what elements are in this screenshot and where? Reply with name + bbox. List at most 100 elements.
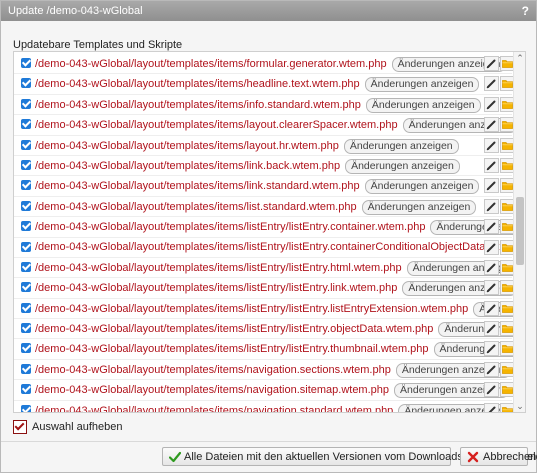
file-checkbox[interactable] (21, 58, 31, 68)
show-changes-button[interactable]: Änderungen anzeigen (364, 77, 480, 93)
show-changes-button[interactable]: Änderungen anzeigen (345, 158, 460, 174)
file-path-text: /demo-043-wGlobal/layout/templates/items… (35, 139, 339, 152)
scroll-thumb[interactable] (516, 197, 524, 265)
file-checkbox[interactable] (21, 180, 31, 191)
file-checkbox[interactable] (21, 261, 31, 272)
file-path-text: /demo-043-wGlobal/layout/templates/items… (35, 200, 357, 213)
title-bar: Update /demo-043-wGlobal ? (1, 1, 536, 21)
file-path: /demo-043-wGlobal/layout/templates/items… (35, 158, 460, 174)
file-path: /demo-043-wGlobal/layout/templates/items… (35, 57, 507, 72)
file-row: /demo-043-wGlobal/layout/templates/items… (14, 136, 515, 156)
file-checkbox[interactable] (21, 78, 31, 89)
pencil-icon (486, 181, 496, 191)
pencil-icon (486, 304, 496, 314)
file-checkbox[interactable] (21, 119, 31, 130)
file-path-text: /demo-043-wGlobal/layout/templates/items… (35, 302, 469, 315)
file-path: /demo-043-wGlobal/layout/templates/items… (35, 281, 518, 297)
file-path: /demo-043-wGlobal/layout/templates/items… (35, 322, 525, 338)
file-checkbox[interactable] (21, 404, 31, 412)
edit-button[interactable] (484, 239, 499, 255)
edit-button[interactable] (484, 117, 499, 133)
file-checkbox[interactable] (21, 363, 31, 374)
pencil-icon (486, 385, 496, 395)
file-row: /demo-043-wGlobal/layout/templates/items… (14, 360, 515, 381)
edit-button[interactable] (484, 76, 499, 92)
edit-button[interactable] (484, 96, 499, 112)
file-row: /demo-043-wGlobal/layout/templates/items… (14, 95, 515, 116)
dialog-title: Update /demo-043-wGlobal (8, 5, 143, 17)
show-changes-button[interactable]: Änderungen anzeigen (365, 97, 481, 113)
edit-button[interactable] (484, 259, 499, 275)
pencil-icon (486, 263, 496, 273)
help-icon[interactable]: ? (522, 1, 529, 21)
file-path-text: /demo-043-wGlobal/layout/templates/items… (35, 78, 360, 91)
file-path-text: /demo-043-wGlobal/layout/templates/items… (35, 343, 429, 356)
file-checkbox[interactable] (21, 98, 31, 109)
edit-button[interactable] (484, 157, 499, 173)
pencil-icon (486, 222, 496, 232)
file-checkbox[interactable] (21, 323, 31, 334)
pencil-icon (488, 406, 496, 412)
file-path: /demo-043-wGlobal/layout/templates/items… (35, 383, 509, 399)
footer-divider (1, 441, 536, 442)
deselect-all-checkbox[interactable] (13, 420, 27, 434)
file-checkbox[interactable] (21, 384, 31, 395)
scroll-down-icon[interactable]: ⌄ (514, 400, 525, 412)
file-path-text: /demo-043-wGlobal/layout/templates/items… (35, 261, 402, 274)
file-path: /demo-043-wGlobal/layout/templates/items… (35, 301, 525, 317)
update-all-button[interactable]: Alle Dateien mit den aktuellen Versionen… (162, 447, 537, 466)
file-checkbox[interactable] (21, 343, 31, 354)
file-path-text: /demo-043-wGlobal/layout/templates/items… (35, 404, 394, 413)
file-path: /demo-043-wGlobal/layout/templates/items… (35, 403, 514, 413)
edit-button[interactable] (484, 178, 499, 194)
file-path: /demo-043-wGlobal/layout/templates/items… (35, 118, 518, 134)
edit-button[interactable] (484, 56, 499, 71)
show-changes-button[interactable]: Änderungen anzeigen (343, 138, 459, 154)
file-checkbox[interactable] (21, 241, 31, 252)
edit-button[interactable] (484, 402, 499, 412)
file-path: /demo-043-wGlobal/layout/templates/items… (35, 220, 525, 236)
update-dialog: Update /demo-043-wGlobal ? Updatebare Te… (0, 0, 537, 473)
file-row: /demo-043-wGlobal/layout/templates/items… (14, 319, 525, 340)
file-path: /demo-043-wGlobal/layout/templates/items… (35, 342, 525, 358)
file-path-text: /demo-043-wGlobal/layout/templates/items… (35, 384, 390, 397)
file-path: /demo-043-wGlobal/layout/templates/items… (35, 77, 480, 93)
cancel-button[interactable]: Abbrechen (460, 447, 536, 466)
file-checkbox[interactable] (21, 139, 31, 150)
file-checkbox[interactable] (21, 302, 31, 313)
edit-button[interactable] (484, 361, 499, 377)
edit-button[interactable] (484, 382, 499, 398)
file-checkbox[interactable] (21, 159, 31, 170)
edit-button[interactable] (484, 280, 499, 296)
file-path: /demo-043-wGlobal/layout/templates/items… (35, 97, 481, 113)
scroll-up-icon[interactable]: ⌃ (514, 52, 525, 64)
show-changes-button[interactable]: Änderungen anzeigen (361, 199, 477, 215)
file-row: /demo-043-wGlobal/layout/templates/items… (14, 278, 518, 299)
edit-button[interactable] (484, 321, 499, 337)
file-row: /demo-043-wGlobal/layout/templates/items… (14, 54, 515, 75)
file-list: /demo-043-wGlobal/layout/templates/items… (13, 51, 526, 413)
list-scrollbar[interactable]: ⌃ ⌄ (513, 52, 525, 412)
edit-button[interactable] (484, 219, 499, 235)
file-checkbox[interactable] (21, 221, 31, 232)
pencil-icon (486, 59, 496, 69)
file-path-text: /demo-043-wGlobal/layout/templates/items… (35, 282, 398, 295)
pencil-icon (486, 324, 496, 334)
show-changes-button[interactable]: Änderungen anzeigen (364, 179, 480, 195)
pencil-icon (486, 141, 496, 150)
pencil-icon (486, 243, 496, 252)
file-path: /demo-043-wGlobal/layout/templates/items… (35, 240, 526, 253)
edit-button[interactable] (484, 198, 499, 214)
file-path-text: /demo-043-wGlobal/layout/templates/items… (35, 240, 526, 253)
edit-button[interactable] (484, 137, 499, 153)
file-row: /demo-043-wGlobal/layout/templates/items… (14, 115, 518, 136)
deselect-all-label: Auswahl aufheben (32, 421, 123, 433)
file-path-text: /demo-043-wGlobal/layout/templates/items… (35, 58, 387, 70)
pencil-icon (486, 100, 496, 110)
file-checkbox[interactable] (21, 200, 31, 211)
edit-button[interactable] (484, 341, 499, 357)
edit-button[interactable] (484, 300, 499, 316)
pencil-icon (486, 161, 496, 171)
file-row: /demo-043-wGlobal/layout/templates/items… (14, 238, 525, 258)
file-checkbox[interactable] (21, 282, 31, 293)
